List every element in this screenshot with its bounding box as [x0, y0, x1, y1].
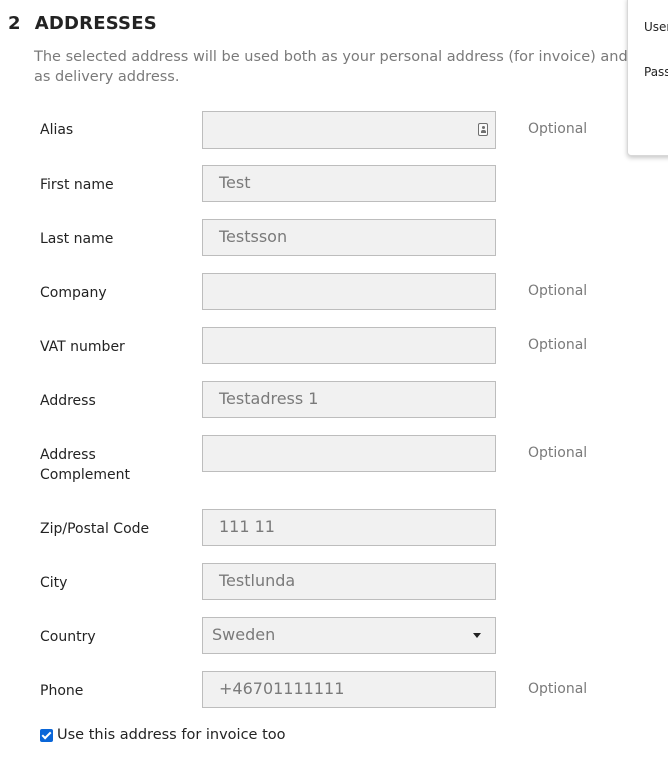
company-input[interactable] [202, 273, 496, 310]
phone-input[interactable]: +46701111111 [202, 671, 496, 708]
invoice-checkbox-row[interactable]: Use this address for invoice too [40, 727, 286, 743]
country-select-value: Sweden [212, 625, 276, 644]
invoice-checkbox[interactable] [40, 728, 53, 742]
invoice-checkbox-label: Use this address for invoice too [57, 727, 286, 743]
address-complement-label: Address Complement [40, 447, 130, 483]
alias-optional: Optional [528, 121, 588, 137]
last-name-input[interactable]: Testsson [202, 219, 496, 256]
section-title: ADDRESSES [34, 13, 157, 34]
vat-number-input[interactable] [202, 327, 496, 364]
first-name-input[interactable]: Test [202, 165, 496, 202]
country-select[interactable]: Sweden [202, 617, 496, 654]
section-header: 2 ADDRESSES [8, 13, 157, 34]
phone-label: Phone [40, 683, 84, 699]
contact-card-icon [478, 123, 488, 136]
password-label: Pass [644, 65, 668, 79]
country-label: Country [40, 629, 96, 645]
first-name-label: First name [40, 177, 114, 193]
address-input[interactable]: Testadress 1 [202, 381, 496, 418]
zip-label: Zip/Postal Code [40, 521, 150, 537]
chevron-down-icon [473, 633, 481, 638]
address-complement-input[interactable] [202, 435, 496, 472]
vat-number-optional: Optional [528, 337, 588, 353]
alias-label: Alias [40, 122, 74, 138]
address-complement-optional: Optional [528, 445, 588, 461]
last-name-label: Last name [40, 231, 114, 247]
alias-input[interactable] [202, 111, 496, 149]
company-optional: Optional [528, 283, 588, 299]
city-label: City [40, 575, 68, 591]
phone-optional: Optional [528, 681, 588, 697]
zip-input[interactable]: 111 11 [202, 509, 496, 546]
username-label: User [644, 20, 668, 34]
section-description: The selected address will be used both a… [34, 49, 628, 85]
company-label: Company [40, 285, 107, 301]
city-input[interactable]: Testlunda [202, 563, 496, 600]
vat-number-label: VAT number [40, 339, 125, 355]
login-popup: User Pass [627, 0, 668, 156]
address-label: Address [40, 393, 96, 409]
section-number: 2 [8, 13, 21, 34]
